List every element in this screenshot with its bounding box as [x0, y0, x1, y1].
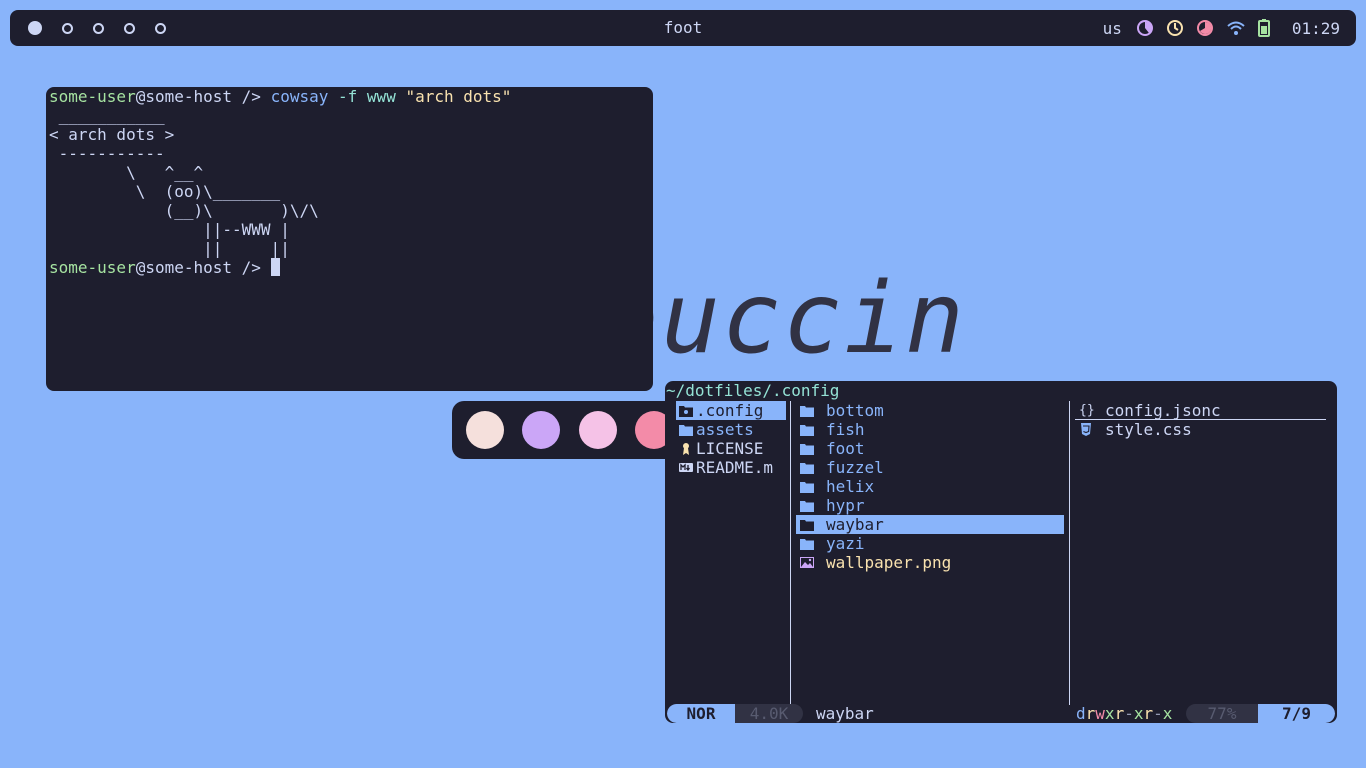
swatch-rosewater [466, 411, 504, 449]
wifi-icon[interactable] [1226, 20, 1246, 36]
prompt-user: some-user [49, 87, 136, 106]
mode-label: NOR [667, 704, 735, 723]
preview-item-label: style.css [1105, 420, 1192, 439]
cpu-pie-icon[interactable] [1136, 19, 1154, 37]
parent-item-label: LICENSE [696, 439, 764, 458]
command-string: "arch dots" [405, 87, 512, 106]
file-list-item-label: wallpaper.png [826, 553, 952, 572]
keyboard-layout[interactable]: us [1103, 19, 1122, 38]
file-list-item-label: hypr [826, 496, 865, 515]
swatch-pink [579, 411, 617, 449]
markdown-icon [679, 463, 693, 472]
file-list-item[interactable]: yazi [796, 534, 1064, 553]
file-list-item-label: waybar [826, 515, 884, 534]
parent-item-label: .config [696, 401, 764, 420]
prompt-dir-2: /> [232, 258, 261, 277]
file-list-item[interactable]: bottom [796, 401, 1064, 420]
swatch-mauve [522, 411, 560, 449]
file-list-item-selected[interactable]: waybar [796, 515, 1064, 534]
mode-indicator: NOR 4.0K [667, 704, 803, 723]
prompt-user-2: some-user [49, 258, 136, 277]
file-list-item[interactable]: helix [796, 477, 1064, 496]
preview-item[interactable]: {} config.jsonc [1075, 401, 1326, 420]
parent-column: .config assets LICENSE README.m [665, 401, 791, 705]
command-name: cowsay [270, 87, 329, 106]
json-icon: {} [1079, 403, 1095, 418]
folder-icon [800, 425, 814, 436]
top-bar: foot us 01:29 [10, 10, 1356, 46]
css-icon [1081, 423, 1091, 436]
folder-icon [800, 501, 814, 512]
battery-icon[interactable] [1257, 19, 1270, 37]
current-path: ~/dotfiles/.config [666, 381, 840, 400]
folder-icon [800, 463, 814, 474]
parent-item[interactable]: LICENSE [676, 439, 786, 458]
clock[interactable]: 01:29 [1292, 19, 1340, 38]
prompt-host: @some-host [135, 87, 233, 106]
status-line: NOR 4.0K waybar drwxr-xr-x 77% 7/9 [665, 704, 1337, 723]
timer-icon[interactable] [1166, 19, 1184, 37]
terminal-window[interactable]: some-user@some-host /> cowsay -f www "ar… [46, 87, 653, 391]
prompt-dir: /> [232, 87, 261, 106]
color-palette-panel [452, 401, 692, 459]
folder-icon [679, 425, 693, 436]
folder-icon [800, 406, 814, 417]
file-list-item-label: fish [826, 420, 865, 439]
parent-item-label: assets [696, 420, 754, 439]
folder-icon [800, 444, 814, 455]
memory-pie-icon[interactable] [1196, 19, 1214, 37]
size-label: 4.0K [749, 704, 789, 723]
wallpaper-text: ouccin [600, 262, 967, 376]
file-manager-window[interactable]: ~/dotfiles/.config .config assets LICENS… [665, 381, 1337, 723]
preview-item-label: config.jsonc [1105, 401, 1221, 420]
file-list-item-label: bottom [826, 401, 884, 420]
config-folder-icon [679, 406, 693, 417]
folder-icon [800, 520, 814, 531]
file-list-item[interactable]: fish [796, 420, 1064, 439]
license-icon [683, 443, 689, 455]
file-list-item-label: fuzzel [826, 458, 884, 477]
parent-item[interactable]: .config [676, 401, 786, 420]
hovered-name: waybar [816, 704, 874, 723]
folder-icon [800, 539, 814, 550]
preview-item[interactable]: style.css [1075, 420, 1326, 439]
file-list-item-label: helix [826, 477, 875, 496]
parent-item[interactable]: assets [676, 420, 786, 439]
prompt-host-2: @some-host [135, 258, 233, 277]
cursor-position: 7/9 [1258, 704, 1335, 723]
terminal-cursor [270, 258, 280, 276]
file-list-item[interactable]: fuzzel [796, 458, 1064, 477]
file-list-item[interactable]: wallpaper.png [796, 553, 1064, 572]
image-icon [800, 557, 814, 568]
file-list-item-label: foot [826, 439, 865, 458]
permissions: drwxr-xr-x [1076, 704, 1173, 723]
position-indicator: 77% 7/9 [1186, 704, 1335, 723]
folder-icon [800, 482, 814, 493]
scroll-percent: 77% [1207, 704, 1237, 723]
command-output: ___________ < arch dots > ----------- \ … [49, 106, 319, 258]
current-column: bottom fish foot fuzzel helix hypr wayba… [791, 401, 1070, 705]
parent-item[interactable]: README.m [676, 458, 786, 477]
file-list-item[interactable]: foot [796, 439, 1064, 458]
file-list-item-label: yazi [826, 534, 865, 553]
status-modules: us 01:29 [1103, 10, 1340, 46]
command-flag: -f [338, 87, 358, 106]
preview-column: {} config.jsonc style.css [1070, 401, 1337, 705]
file-list-item[interactable]: hypr [796, 496, 1064, 515]
command-arg: www [366, 87, 396, 106]
terminal-content: some-user@some-host /> cowsay -f www "ar… [49, 87, 511, 277]
parent-item-label: README.m [696, 458, 774, 477]
